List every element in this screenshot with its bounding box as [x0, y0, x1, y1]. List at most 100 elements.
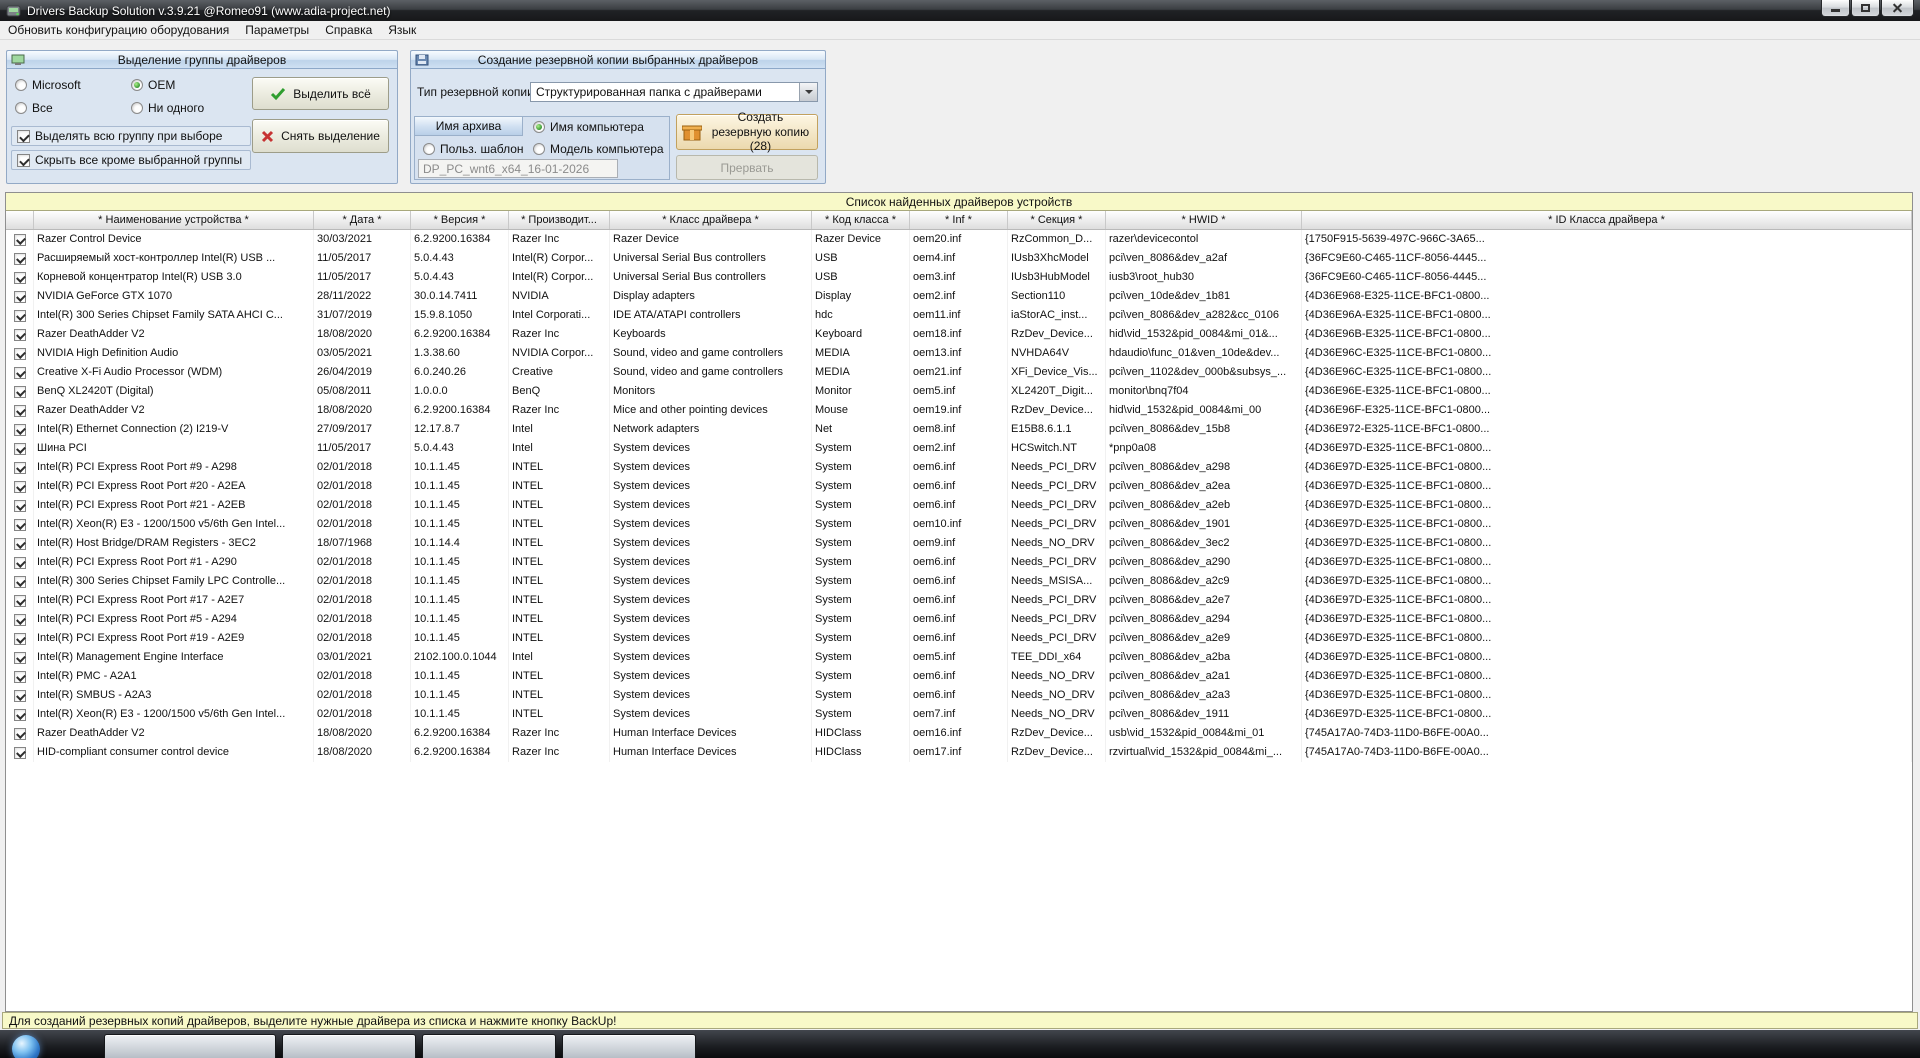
- row-checkbox[interactable]: [14, 576, 26, 588]
- table-cell: 02/01/2018: [314, 705, 411, 724]
- row-checkbox[interactable]: [14, 367, 26, 379]
- row-checkbox[interactable]: [14, 443, 26, 455]
- table-row[interactable]: Расширяемый хост-контроллер Intel(R) USB…: [6, 249, 1912, 268]
- row-checkbox[interactable]: [14, 253, 26, 265]
- table-row[interactable]: Razer DeathAdder V218/08/20206.2.9200.16…: [6, 401, 1912, 420]
- row-checkbox[interactable]: [14, 310, 26, 322]
- maximize-button[interactable]: [1851, 0, 1880, 17]
- column-header[interactable]: * Inf *: [910, 211, 1008, 229]
- table-row[interactable]: Intel(R) PCI Express Root Port #5 - A294…: [6, 610, 1912, 629]
- table-row[interactable]: Шина PCI11/05/20175.0.4.43IntelSystem de…: [6, 439, 1912, 458]
- table-row[interactable]: Intel(R) Management Engine Interface03/0…: [6, 648, 1912, 667]
- table-row[interactable]: HID-compliant consumer control device18/…: [6, 743, 1912, 762]
- column-header[interactable]: * Класс драйвера *: [610, 211, 812, 229]
- table-row[interactable]: Razer DeathAdder V218/08/20206.2.9200.16…: [6, 724, 1912, 743]
- table-row[interactable]: Razer DeathAdder V218/08/20206.2.9200.16…: [6, 325, 1912, 344]
- row-checkbox[interactable]: [14, 386, 26, 398]
- row-checkbox[interactable]: [14, 747, 26, 759]
- table-cell: System devices: [610, 705, 812, 724]
- row-checkbox[interactable]: [14, 614, 26, 626]
- radio-oem[interactable]: OEM: [131, 78, 175, 92]
- column-header[interactable]: * Версия *: [411, 211, 509, 229]
- row-checkbox[interactable]: [14, 348, 26, 360]
- taskbar-app-button[interactable]: [562, 1034, 696, 1058]
- archive-name-input[interactable]: DP_PC_wnt6_x64_16-01-2026: [418, 159, 618, 178]
- row-checkbox[interactable]: [14, 633, 26, 645]
- dropdown-button[interactable]: [799, 83, 817, 101]
- table-row[interactable]: Intel(R) 300 Series Chipset Family SATA …: [6, 306, 1912, 325]
- table-row[interactable]: Razer Control Device30/03/20216.2.9200.1…: [6, 230, 1912, 249]
- menu-language[interactable]: Язык: [380, 22, 424, 38]
- taskbar-app-button[interactable]: [104, 1034, 276, 1058]
- table-row[interactable]: Intel(R) PCI Express Root Port #20 - A2E…: [6, 477, 1912, 496]
- row-checkbox[interactable]: [14, 462, 26, 474]
- select-all-button[interactable]: Выделить всё: [252, 77, 389, 110]
- menu-refresh-hardware-config[interactable]: Обновить конфигурацию оборудования: [0, 22, 237, 38]
- start-button[interactable]: [12, 1035, 40, 1058]
- table-row[interactable]: BenQ XL2420T (Digital)05/08/20111.0.0.0B…: [6, 382, 1912, 401]
- row-checkbox[interactable]: [14, 272, 26, 284]
- column-header[interactable]: * Код класса *: [812, 211, 910, 229]
- create-backup-button[interactable]: Создать резервную копию (28): [676, 114, 818, 150]
- table-cell: 18/08/2020: [314, 401, 411, 420]
- table-row[interactable]: Intel(R) PCI Express Root Port #21 - A2E…: [6, 496, 1912, 515]
- row-checkbox[interactable]: [14, 481, 26, 493]
- menu-options[interactable]: Параметры: [237, 22, 317, 38]
- column-header[interactable]: * Наименование устройства *: [34, 211, 314, 229]
- radio-none[interactable]: Ни одного: [131, 101, 204, 115]
- row-checkbox[interactable]: [14, 595, 26, 607]
- radio-all[interactable]: Все: [15, 101, 53, 115]
- menu-help[interactable]: Справка: [317, 22, 380, 38]
- taskbar-app-button[interactable]: [282, 1034, 416, 1058]
- table-cell: INTEL: [509, 705, 610, 724]
- radio-microsoft[interactable]: Microsoft: [15, 78, 81, 92]
- radio-computer-model[interactable]: Модель компьютера: [533, 142, 664, 156]
- table-row[interactable]: NVIDIA High Definition Audio03/05/20211.…: [6, 344, 1912, 363]
- table-row[interactable]: Корневой концентратор Intel(R) USB 3.011…: [6, 268, 1912, 287]
- row-checkbox[interactable]: [14, 234, 26, 246]
- table-row[interactable]: Intel(R) Xeon(R) E3 - 1200/1500 v5/6th G…: [6, 515, 1912, 534]
- close-button[interactable]: [1881, 0, 1914, 17]
- checkbox-select-whole-group[interactable]: Выделять всю группу при выборе: [11, 126, 251, 146]
- radio-computer-name[interactable]: Имя компьютера: [533, 120, 644, 134]
- column-header[interactable]: * Производит...: [509, 211, 610, 229]
- row-checkbox[interactable]: [14, 291, 26, 303]
- row-checkbox[interactable]: [14, 671, 26, 683]
- row-checkbox[interactable]: [14, 329, 26, 341]
- checkbox-hide-others[interactable]: Скрыть все кроме выбранной группы: [11, 150, 251, 170]
- row-checkbox[interactable]: [14, 538, 26, 550]
- table-row[interactable]: Intel(R) PCI Express Root Port #17 - A2E…: [6, 591, 1912, 610]
- column-header[interactable]: * Секция *: [1008, 211, 1106, 229]
- column-header[interactable]: * HWID *: [1106, 211, 1302, 229]
- table-row[interactable]: Intel(R) 300 Series Chipset Family LPC C…: [6, 572, 1912, 591]
- row-checkbox[interactable]: [14, 500, 26, 512]
- table-row[interactable]: Intel(R) Host Bridge/DRAM Registers - 3E…: [6, 534, 1912, 553]
- row-checkbox[interactable]: [14, 709, 26, 721]
- row-checkbox[interactable]: [14, 405, 26, 417]
- row-checkbox[interactable]: [14, 652, 26, 664]
- row-checkbox[interactable]: [14, 519, 26, 531]
- table-row[interactable]: Intel(R) PCI Express Root Port #19 - A2E…: [6, 629, 1912, 648]
- backup-type-dropdown[interactable]: Структурированная папка с драйверами: [530, 82, 818, 102]
- table-cell: System: [812, 705, 910, 724]
- table-row[interactable]: NVIDIA GeForce GTX 107028/11/202230.0.14…: [6, 287, 1912, 306]
- column-header[interactable]: * ID Класса драйвера *: [1302, 211, 1912, 229]
- row-checkbox[interactable]: [14, 690, 26, 702]
- table-cell: Human Interface Devices: [610, 724, 812, 743]
- table-row[interactable]: Intel(R) PMC - A2A102/01/201810.1.1.45IN…: [6, 667, 1912, 686]
- deselect-all-button[interactable]: Снять выделение: [252, 119, 389, 153]
- column-header[interactable]: * Дата *: [314, 211, 411, 229]
- row-checkbox[interactable]: [14, 728, 26, 740]
- radio-user-template[interactable]: Польз. шаблон: [423, 142, 524, 156]
- table-row[interactable]: Intel(R) PCI Express Root Port #1 - A290…: [6, 553, 1912, 572]
- table-row[interactable]: Intel(R) PCI Express Root Port #9 - A298…: [6, 458, 1912, 477]
- table-row[interactable]: Intel(R) Ethernet Connection (2) I219-V2…: [6, 420, 1912, 439]
- table-row[interactable]: Intel(R) SMBUS - A2A302/01/201810.1.1.45…: [6, 686, 1912, 705]
- table-row[interactable]: Intel(R) Xeon(R) E3 - 1200/1500 v5/6th G…: [6, 705, 1912, 724]
- minimize-button[interactable]: [1821, 0, 1850, 17]
- row-checkbox[interactable]: [14, 557, 26, 569]
- row-checkbox[interactable]: [14, 424, 26, 436]
- table-row[interactable]: Creative X-Fi Audio Processor (WDM)26/04…: [6, 363, 1912, 382]
- taskbar-app-button[interactable]: [422, 1034, 556, 1058]
- table-cell: oem6.inf: [910, 610, 1008, 629]
